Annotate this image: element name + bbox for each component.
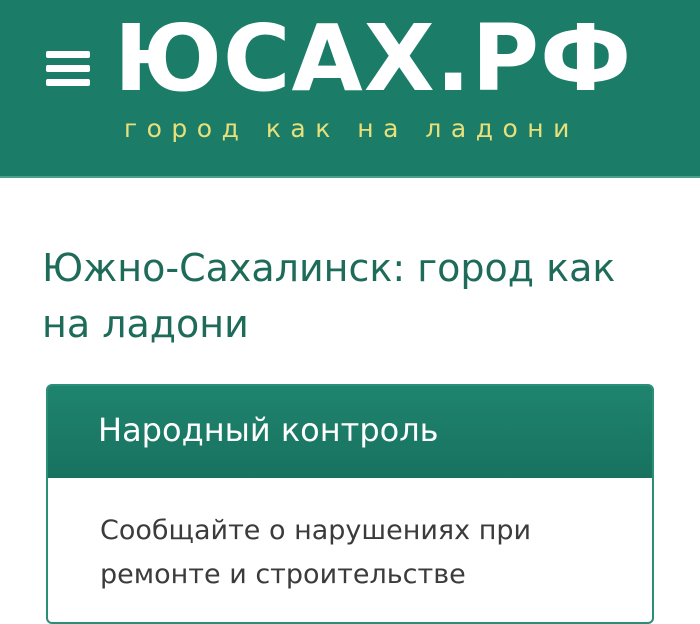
card-title: Народный контроль xyxy=(98,411,439,449)
site-logo[interactable]: ЮСАХ.РФ xyxy=(114,4,632,114)
site-tagline: город как на ладони xyxy=(124,114,579,143)
menu-button[interactable] xyxy=(46,47,90,89)
card-header: Народный контроль xyxy=(48,386,652,478)
page-title: Южно-Сахалинск: город как на ладони xyxy=(42,246,616,346)
people-control-card[interactable]: Народный контроль Сообщайте о нарушениях… xyxy=(46,384,654,624)
site-header: ЮСАХ.РФ город как на ладони xyxy=(0,0,700,178)
hamburger-menu-icon xyxy=(46,51,90,58)
card-text: Сообщайте о нарушениях при ремонте и стр… xyxy=(100,515,532,590)
